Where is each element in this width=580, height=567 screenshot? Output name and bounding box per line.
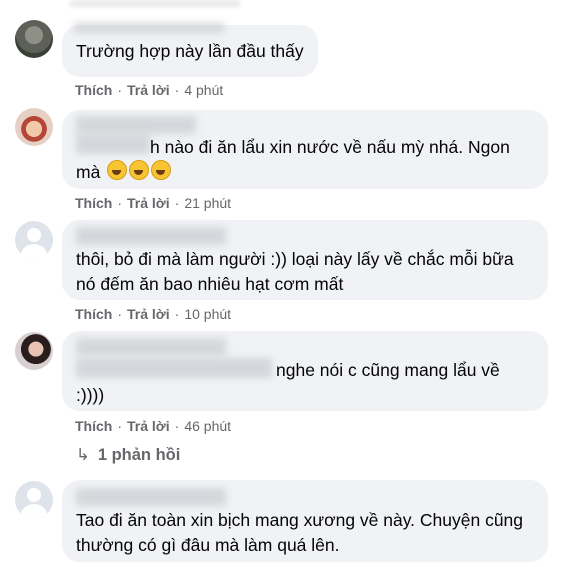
reply-arrow-icon: ↳ [76, 446, 90, 464]
avatar[interactable] [15, 20, 53, 58]
timestamp[interactable]: 10 phút [184, 306, 231, 322]
redacted-name [76, 488, 226, 506]
cropped-previous-actions [70, 0, 240, 7]
avatar-default-icon[interactable] [15, 481, 53, 519]
avatar[interactable] [15, 332, 53, 370]
avatar-default-icon[interactable] [15, 221, 53, 259]
comment-actions: Thích · Trả lời · 4 phút [75, 82, 224, 98]
comment-actions: Thích · Trả lời · 21 phút [75, 195, 232, 211]
laughing-emoji [107, 160, 128, 180]
redacted-text [76, 358, 272, 378]
redacted-name [76, 338, 226, 356]
comment-bubble: nghe nói c cũng mang lẩu về :)))) [62, 331, 548, 411]
comment-text: thôi, bỏ đi mà làm người :)) loại này lấ… [76, 249, 514, 269]
redacted-text [76, 134, 150, 154]
comment-bubble: thôi, bỏ đi mà làm người :)) loại này lấ… [62, 220, 548, 300]
comment-text: Tao đi ăn toàn xin bịch mang xương về nà… [76, 510, 524, 530]
like-button[interactable]: Thích [75, 195, 112, 211]
comment-text: Trường hợp này lần đầu thấy [76, 41, 304, 61]
view-replies-link[interactable]: ↳ 1 phản hồi [76, 445, 180, 465]
comment-text-line2: :)))) [76, 385, 105, 405]
comment-text-line2: mà [76, 160, 534, 185]
redacted-name [76, 227, 226, 245]
comment-text: h nào đi ăn lẩu xin nước về nấu mỳ nhá. … [150, 137, 510, 157]
comment-bubble: h nào đi ăn lẩu xin nước về nấu mỳ nhá. … [62, 110, 548, 189]
comment-bubble: Trường hợp này lần đầu thấy [62, 23, 318, 77]
comment-actions: Thích · Trả lời · 46 phút [75, 418, 232, 434]
reply-button[interactable]: Trả lời [127, 195, 170, 211]
comment-actions: Thích · Trả lời · 10 phút [75, 306, 232, 322]
like-button[interactable]: Thích [75, 82, 112, 98]
avatar[interactable] [15, 108, 53, 146]
comment-text: nghe nói c cũng mang lẩu về [276, 360, 500, 380]
reply-button[interactable]: Trả lời [127, 82, 170, 98]
laughing-emoji [129, 160, 150, 180]
reply-button[interactable]: Trả lời [127, 418, 170, 434]
like-button[interactable]: Thích [75, 306, 112, 322]
redacted-name [76, 116, 196, 134]
timestamp[interactable]: 46 phút [184, 418, 231, 434]
comment-text-line2: thường có gì đâu mà làm quá lên. [76, 535, 340, 555]
like-button[interactable]: Thích [75, 418, 112, 434]
laughing-emoji [151, 160, 172, 180]
redacted-name [74, 23, 224, 33]
comment-bubble: Tao đi ăn toàn xin bịch mang xương về nà… [62, 480, 548, 562]
reply-button[interactable]: Trả lời [127, 306, 170, 322]
comment-text-line2: nó đếm ăn bao nhiêu hạt cơm mất [76, 274, 344, 294]
timestamp[interactable]: 21 phút [184, 195, 231, 211]
timestamp[interactable]: 4 phút [184, 82, 223, 98]
